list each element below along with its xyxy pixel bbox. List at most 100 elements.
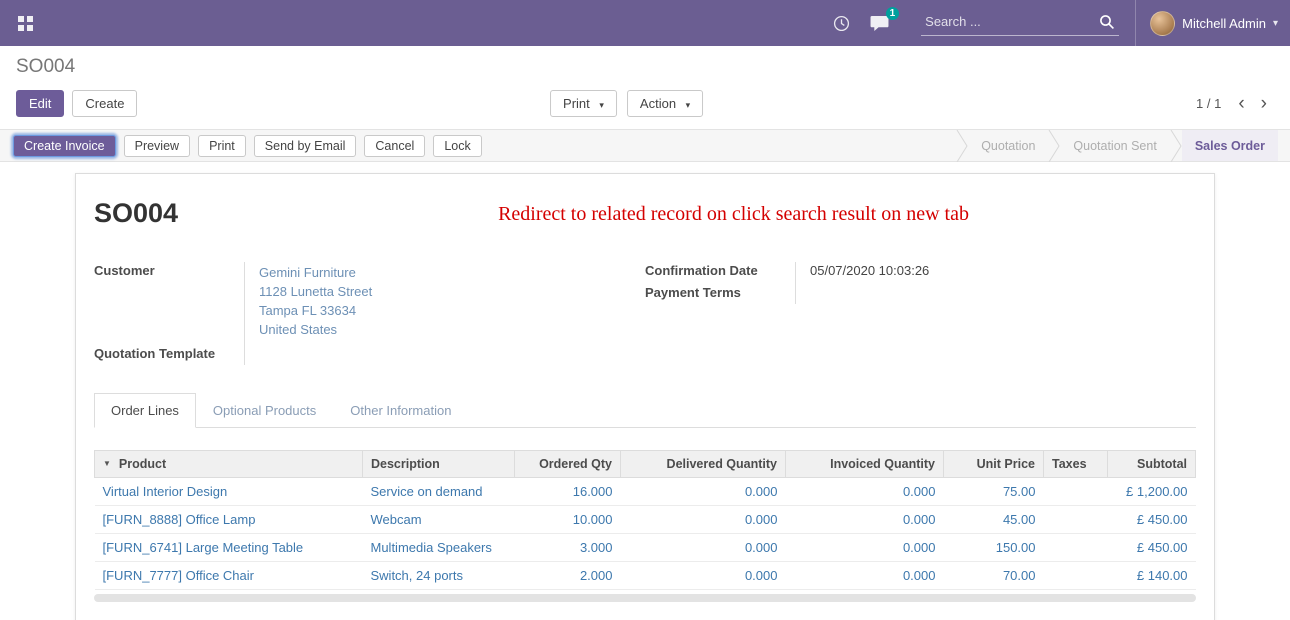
control-panel: SO004 Edit Create Print ▾ Action ▾ 1 / 1… xyxy=(0,46,1290,129)
confirmation-date-label: Confirmation Date xyxy=(645,262,795,284)
cell-invoiced-qty: 0.000 xyxy=(786,534,944,562)
payment-terms-label: Payment Terms xyxy=(645,284,795,304)
avatar xyxy=(1150,11,1175,36)
column-header-delivered-quantity[interactable]: Delivered Quantity xyxy=(621,451,786,478)
cell-ordered-qty: 16.000 xyxy=(515,478,621,506)
edit-button[interactable]: Edit xyxy=(16,90,64,117)
order-lines-table: ▼Product Description Ordered Qty Deliver… xyxy=(94,450,1196,590)
search-icon[interactable] xyxy=(1099,14,1115,35)
status-sales-order[interactable]: Sales Order xyxy=(1182,130,1278,161)
notebook-tabs: Order Lines Optional Products Other Info… xyxy=(94,393,1196,428)
breadcrumb: SO004 xyxy=(16,56,1274,78)
sort-caret-icon: ▼ xyxy=(103,459,111,468)
column-header-product[interactable]: ▼Product xyxy=(95,451,363,478)
cell-invoiced-qty: 0.000 xyxy=(786,562,944,590)
customer-name-link[interactable]: Gemini Furniture xyxy=(259,263,600,282)
send-by-email-button[interactable]: Send by Email xyxy=(254,135,357,157)
cell-taxes xyxy=(1044,506,1108,534)
cell-description: Service on demand xyxy=(363,478,515,506)
horizontal-scrollbar[interactable] xyxy=(94,594,1196,602)
cell-delivered-qty: 0.000 xyxy=(621,562,786,590)
customer-street: 1128 Lunetta Street xyxy=(259,282,600,301)
table-row[interactable]: [FURN_6741] Large Meeting Table Multimed… xyxy=(95,534,1196,562)
cell-ordered-qty: 10.000 xyxy=(515,506,621,534)
cell-unit-price: 45.00 xyxy=(944,506,1044,534)
cell-delivered-qty: 0.000 xyxy=(621,506,786,534)
cell-taxes xyxy=(1044,478,1108,506)
messages-icon[interactable]: 1 xyxy=(868,13,891,34)
pager: 1 / 1 ‹ › xyxy=(1196,94,1274,113)
chevron-down-icon: ▾ xyxy=(599,100,604,110)
search-input[interactable] xyxy=(921,10,1119,36)
pager-previous-button[interactable]: ‹ xyxy=(1231,94,1251,113)
cell-taxes xyxy=(1044,534,1108,562)
cell-invoiced-qty: 0.000 xyxy=(786,478,944,506)
preview-button[interactable]: Preview xyxy=(124,135,190,157)
action-dropdown[interactable]: Action ▾ xyxy=(627,90,703,117)
right-field-group: Confirmation Date 05/07/2020 10:03:26 Pa… xyxy=(645,262,1196,365)
pager-value: 1 / 1 xyxy=(1196,96,1221,111)
action-dropdown-label: Action xyxy=(640,96,676,111)
status-quotation-sent[interactable]: Quotation Sent xyxy=(1060,130,1169,161)
user-menu[interactable]: Mitchell Admin ▾ xyxy=(1135,0,1278,46)
chevron-separator-icon xyxy=(1048,130,1060,161)
message-count-badge: 1 xyxy=(886,7,900,20)
left-field-group: Customer Gemini Furniture 1128 Lunetta S… xyxy=(94,262,645,365)
create-button[interactable]: Create xyxy=(72,90,137,117)
print-button[interactable]: Print xyxy=(198,135,246,157)
annotation-note: Redirect to related record on click sear… xyxy=(498,203,969,226)
chevron-down-icon: ▾ xyxy=(686,100,691,110)
status-quotation[interactable]: Quotation xyxy=(968,130,1048,161)
top-navbar: 1 Mitchell Admin ▾ xyxy=(0,0,1290,46)
tab-other-information[interactable]: Other Information xyxy=(333,393,468,428)
cell-unit-price: 150.00 xyxy=(944,534,1044,562)
record-title: SO004 xyxy=(94,198,178,229)
pager-next-button[interactable]: › xyxy=(1254,94,1274,113)
cell-product[interactable]: [FURN_8888] Office Lamp xyxy=(95,506,363,534)
cell-subtotal: £ 1,200.00 xyxy=(1108,478,1196,506)
lock-button[interactable]: Lock xyxy=(433,135,481,157)
cell-delivered-qty: 0.000 xyxy=(621,478,786,506)
statusbar: Create Invoice Preview Print Send by Ema… xyxy=(0,129,1290,162)
column-header-invoiced-quantity[interactable]: Invoiced Quantity xyxy=(786,451,944,478)
cell-delivered-qty: 0.000 xyxy=(621,534,786,562)
cell-unit-price: 70.00 xyxy=(944,562,1044,590)
column-header-taxes[interactable]: Taxes xyxy=(1044,451,1108,478)
table-row[interactable]: [FURN_8888] Office Lamp Webcam 10.000 0.… xyxy=(95,506,1196,534)
column-header-description[interactable]: Description xyxy=(363,451,515,478)
cell-subtotal: £ 450.00 xyxy=(1108,506,1196,534)
quotation-template-value xyxy=(244,345,600,365)
cancel-button[interactable]: Cancel xyxy=(364,135,425,157)
status-pipeline: Quotation Quotation Sent Sales Order xyxy=(956,130,1290,161)
column-header-subtotal[interactable]: Subtotal xyxy=(1108,451,1196,478)
tab-order-lines[interactable]: Order Lines xyxy=(94,393,196,428)
table-row[interactable]: [FURN_7777] Office Chair Switch, 24 port… xyxy=(95,562,1196,590)
global-search xyxy=(921,10,1119,36)
cell-description: Switch, 24 ports xyxy=(363,562,515,590)
apps-menu-icon[interactable] xyxy=(12,10,39,37)
cell-subtotal: £ 140.00 xyxy=(1108,562,1196,590)
tab-optional-products[interactable]: Optional Products xyxy=(196,393,333,428)
cell-product[interactable]: [FURN_6741] Large Meeting Table xyxy=(95,534,363,562)
customer-city: Tampa FL 33634 xyxy=(259,301,600,320)
cell-subtotal: £ 450.00 xyxy=(1108,534,1196,562)
customer-label: Customer xyxy=(94,262,244,345)
record-sheet: SO004 Redirect to related record on clic… xyxy=(75,173,1215,620)
print-dropdown[interactable]: Print ▾ xyxy=(550,90,617,117)
cell-ordered-qty: 3.000 xyxy=(515,534,621,562)
cell-description: Webcam xyxy=(363,506,515,534)
customer-country: United States xyxy=(259,320,600,339)
column-header-ordered-qty[interactable]: Ordered Qty xyxy=(515,451,621,478)
confirmation-date-value: 05/07/2020 10:03:26 xyxy=(795,262,1151,284)
customer-value: Gemini Furniture 1128 Lunetta Street Tam… xyxy=(244,262,600,345)
cell-product[interactable]: [FURN_7777] Office Chair xyxy=(95,562,363,590)
column-header-unit-price[interactable]: Unit Price xyxy=(944,451,1044,478)
user-name: Mitchell Admin xyxy=(1182,16,1266,31)
quotation-template-label: Quotation Template xyxy=(94,345,244,365)
table-row[interactable]: Virtual Interior Design Service on deman… xyxy=(95,478,1196,506)
chevron-separator-icon xyxy=(956,130,968,161)
activities-icon[interactable] xyxy=(831,13,852,34)
create-invoice-button[interactable]: Create Invoice xyxy=(13,135,116,157)
cell-description: Multimedia Speakers xyxy=(363,534,515,562)
cell-product[interactable]: Virtual Interior Design xyxy=(95,478,363,506)
